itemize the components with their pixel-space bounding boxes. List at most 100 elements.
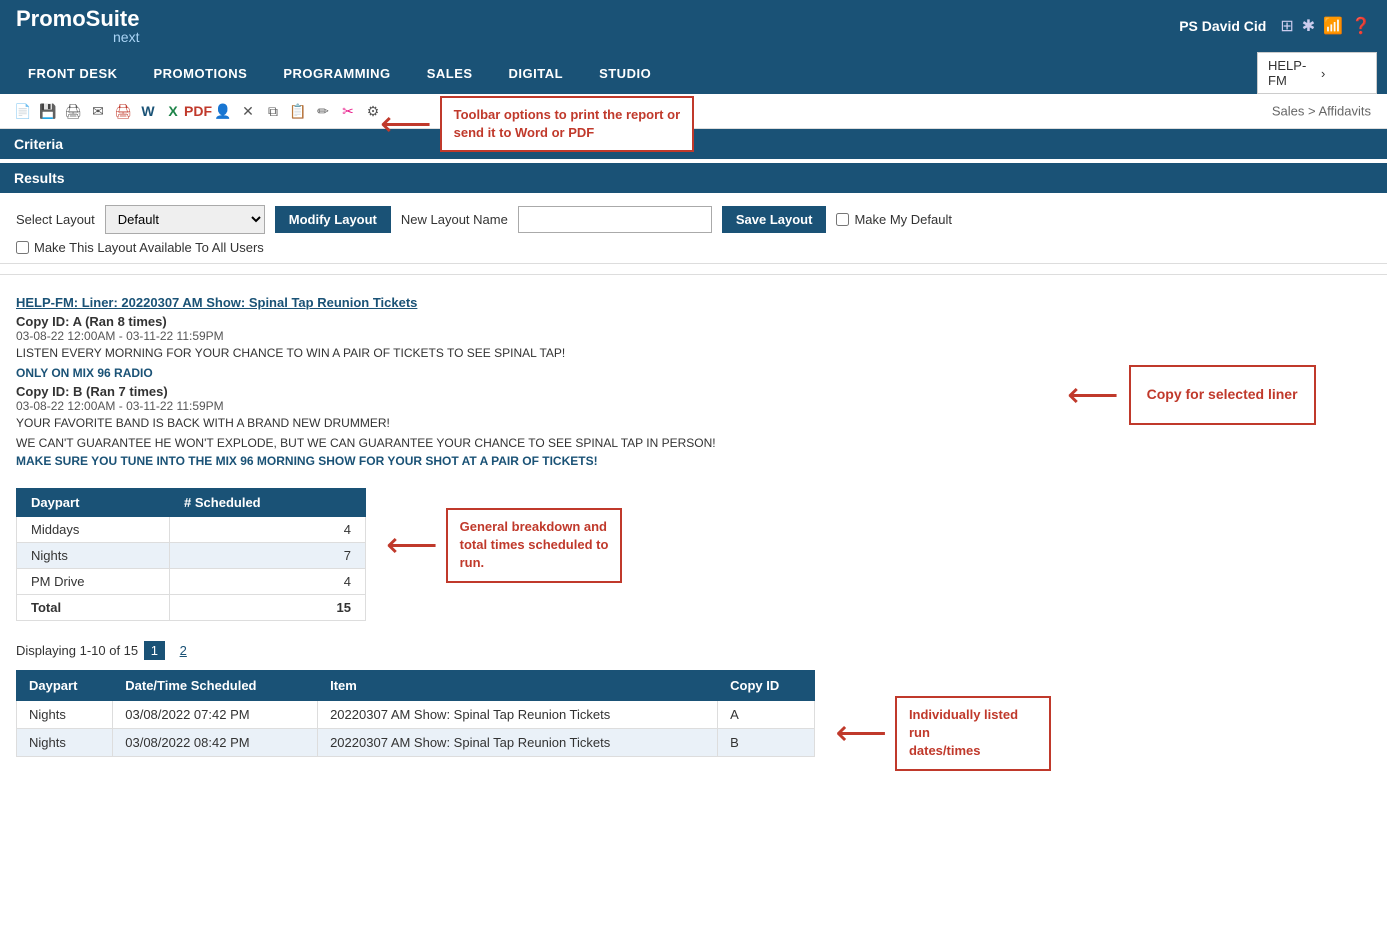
daypart-cell: Middays: [17, 517, 170, 543]
table-row: Nights 03/08/2022 08:42 PM 20220307 AM S…: [17, 729, 815, 757]
copy-a-text: LISTEN EVERY MORNING FOR YOUR CHANCE TO …: [16, 346, 1051, 360]
main-daypart-header: Daypart: [17, 671, 113, 701]
copy-b-text2: WE CAN'T GUARANTEE HE WON'T EXPLODE, BUT…: [16, 436, 1051, 450]
edit-icon[interactable]: ✏: [312, 100, 334, 122]
scheduled-col-header: # Scheduled: [170, 489, 366, 517]
daypart-cell: Nights: [17, 543, 170, 569]
copy-liner-callout-box: Copy for selected liner: [1129, 365, 1316, 425]
email-icon[interactable]: ✉: [87, 100, 109, 122]
main-item-cell: 20220307 AM Show: Spinal Tap Reunion Tic…: [318, 729, 718, 757]
nav-front-desk[interactable]: FRONT DESK: [10, 54, 136, 93]
new-icon[interactable]: 📄: [12, 100, 34, 122]
word-icon[interactable]: W: [137, 100, 159, 122]
user-icon[interactable]: 👤: [212, 100, 234, 122]
header-icons: ⊞ ✱ 📶 ❓: [1280, 16, 1371, 36]
daypart-row: PM Drive 4: [17, 569, 366, 595]
chevron-right-icon: ›: [1321, 66, 1366, 81]
page-1-link[interactable]: 1: [144, 641, 165, 660]
main-datetime-cell: 03/08/2022 08:42 PM: [113, 729, 318, 757]
save-icon[interactable]: 💾: [37, 100, 59, 122]
station-name: HELP-FM: [1268, 58, 1313, 88]
excel-icon[interactable]: X: [162, 100, 184, 122]
scheduled-cell: 7: [170, 543, 366, 569]
make-default-checkbox-label: Make My Default: [836, 212, 952, 227]
pagination: Displaying 1-10 of 15 1 2: [16, 641, 1051, 660]
main-datetime-cell: 03/08/2022 07:42 PM: [113, 701, 318, 729]
copy-b-label: Copy ID: B (Ran 7 times): [16, 384, 1051, 399]
copy-liner-callout: ⟵ Copy for selected liner: [1067, 365, 1387, 425]
results-header: Results: [0, 163, 1387, 193]
daypart-table: Daypart # Scheduled Middays 4 Nights 7 P…: [16, 488, 366, 621]
nav-digital[interactable]: DIGITAL: [491, 54, 582, 93]
copy-a-date: 03-08-22 12:00AM - 03-11-22 11:59PM: [16, 329, 1051, 343]
grid-icon[interactable]: ⊞: [1280, 16, 1293, 36]
copy-b-text3: MAKE SURE YOU TUNE INTO THE MIX 96 MORNI…: [16, 454, 1051, 468]
copy-liner-arrow-icon: ⟵: [1067, 377, 1119, 413]
signal-icon[interactable]: 📶: [1323, 16, 1343, 36]
scheduled-cell: 4: [170, 517, 366, 543]
individually-listed-callout-box: Individually listed run dates/times: [895, 696, 1051, 771]
report-area: HELP-FM: Liner: 20220307 AM Show: Spinal…: [0, 285, 1387, 781]
daypart-col-header: Daypart: [17, 489, 170, 517]
right-callout-area: ⟵ Copy for selected liner: [1067, 285, 1387, 781]
layout-controls: Select Layout Default Modify Layout New …: [0, 193, 1387, 264]
new-layout-name-label: New Layout Name: [401, 212, 508, 227]
breakdown-arrow-icon: ⟵: [386, 527, 438, 563]
new-layout-name-input[interactable]: [518, 206, 712, 233]
breakdown-callout-box: General breakdown and total times schedu…: [446, 508, 623, 583]
nav-programming[interactable]: PROGRAMMING: [265, 54, 408, 93]
copy-b-blue: ONLY ON MIX 96 RADIO: [16, 366, 1051, 380]
station-selector[interactable]: HELP-FM ›: [1257, 52, 1377, 94]
asterisk-icon[interactable]: ✱: [1302, 16, 1315, 36]
nav-promotions[interactable]: PROMOTIONS: [136, 54, 266, 93]
pagination-display: Displaying 1-10 of 15: [16, 643, 138, 658]
delete-icon[interactable]: ✕: [237, 100, 259, 122]
individually-listed-callout: ⟵ Individually listed run dates/times: [835, 696, 1051, 771]
main-copyid-cell: A: [718, 701, 815, 729]
total-value: 15: [170, 595, 366, 621]
breakdown-callout: ⟵ General breakdown and total times sche…: [386, 508, 622, 583]
layout-select[interactable]: Default: [105, 205, 265, 234]
individually-listed-arrow-icon: ⟵: [835, 715, 887, 751]
main-daypart-cell: Nights: [17, 729, 113, 757]
paste-icon[interactable]: 📋: [287, 100, 309, 122]
header-user: PS David Cid: [1179, 18, 1266, 34]
table-row: Nights 03/08/2022 07:42 PM 20220307 AM S…: [17, 701, 815, 729]
pdf-icon[interactable]: PDF: [187, 100, 209, 122]
copy-icon[interactable]: ⧉: [262, 100, 284, 122]
nav-bar: FRONT DESK PROMOTIONS PROGRAMMING SALES …: [0, 52, 1387, 94]
toolbar-area: 📄 💾 🖨 ✉ 🖨 W X PDF 👤 ✕ ⧉ 📋 ✏ ✂ ⚙ ⟵ Toolba…: [0, 94, 1387, 129]
make-available-checkbox-label: Make This Layout Available To All Users: [16, 240, 264, 255]
main-table-section: Daypart Date/Time Scheduled Item Copy ID…: [16, 666, 1051, 771]
total-label: Total: [17, 595, 170, 621]
daypart-row: Middays 4: [17, 517, 366, 543]
toolbar-icons: 📄 💾 🖨 ✉ 🖨 W X PDF 👤 ✕ ⧉ 📋 ✏ ✂ ⚙: [12, 100, 384, 122]
nav-studio[interactable]: STUDIO: [581, 54, 669, 93]
daypart-total-row: Total 15: [17, 595, 366, 621]
main-item-cell: 20220307 AM Show: Spinal Tap Reunion Tic…: [318, 701, 718, 729]
save-layout-button[interactable]: Save Layout: [722, 206, 827, 233]
copy-a-label: Copy ID: A (Ran 8 times): [16, 314, 1051, 329]
nav-sales[interactable]: SALES: [409, 54, 491, 93]
make-default-checkbox[interactable]: [836, 213, 849, 226]
main-copyid-cell: B: [718, 729, 815, 757]
logo: PromoSuitenext: [16, 8, 139, 44]
make-available-checkbox[interactable]: [16, 241, 29, 254]
breadcrumb: Sales > Affidavits: [1272, 104, 1371, 119]
help-icon[interactable]: ❓: [1351, 16, 1371, 36]
select-layout-label: Select Layout: [16, 212, 95, 227]
print-icon[interactable]: 🖨: [62, 100, 84, 122]
copy-b-date: 03-08-22 12:00AM - 03-11-22 11:59PM: [16, 399, 1051, 413]
toolbar-callout-box: Toolbar options to print the report or s…: [440, 96, 695, 152]
page-2-link[interactable]: 2: [173, 641, 194, 660]
main-table: Daypart Date/Time Scheduled Item Copy ID…: [16, 670, 815, 757]
header: PromoSuitenext PS David Cid ⊞ ✱ 📶 ❓: [0, 0, 1387, 52]
scissors-icon[interactable]: ✂: [337, 100, 359, 122]
main-content: HELP-FM: Liner: 20220307 AM Show: Spinal…: [0, 285, 1067, 781]
print2-icon[interactable]: 🖨: [112, 100, 134, 122]
toolbar-callout: ⟵ Toolbar options to print the report or…: [380, 96, 694, 152]
main-daypart-cell: Nights: [17, 701, 113, 729]
main-item-header: Item: [318, 671, 718, 701]
modify-layout-button[interactable]: Modify Layout: [275, 206, 391, 233]
report-title: HELP-FM: Liner: 20220307 AM Show: Spinal…: [16, 295, 1051, 310]
